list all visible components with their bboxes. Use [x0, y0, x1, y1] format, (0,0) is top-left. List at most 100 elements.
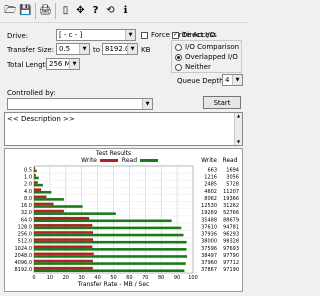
x-tick-label: 100: [188, 275, 198, 281]
refresh-icon[interactable]: ⟲: [103, 3, 118, 18]
start-button[interactable]: Start: [203, 96, 241, 109]
test-results-chart: Test Results Write Read Write Read 0 10 20 30 40 5…: [4, 148, 243, 292]
read-value-label: 31262: [223, 203, 239, 209]
total-length-select[interactable]: 256 MB ▼: [46, 58, 80, 70]
neither-option[interactable]: Neither: [175, 63, 211, 71]
transfer-size-to-select[interactable]: 8192.0 ▼: [102, 43, 138, 55]
description-scrollbar[interactable]: ▲ ▼: [234, 113, 242, 145]
drive-select[interactable]: [ - c - ] ▼: [56, 29, 136, 41]
neither-label: Neither: [185, 63, 211, 71]
write-bar: [34, 188, 42, 191]
read-value-label: 11207: [223, 189, 239, 195]
read-value-label: 96293: [223, 232, 239, 238]
write-value-label: 1216: [204, 174, 217, 180]
x-tick-label: 90: [174, 275, 180, 281]
write-value-label: 38497: [201, 253, 217, 259]
legend-write-label: Write: [81, 157, 97, 164]
read-value-label: 98328: [223, 239, 239, 245]
chevron-down-icon[interactable]: ▼: [69, 59, 79, 69]
write-bar: [34, 259, 93, 263]
write-bar: [34, 202, 54, 206]
y-tick-label: 0.5: [24, 167, 32, 173]
chevron-down-icon[interactable]: ▼: [127, 44, 137, 54]
y-tick-label: 1.0: [24, 174, 32, 180]
write-bar: [34, 174, 36, 177]
queue-depth-select[interactable]: 4 ▼: [222, 74, 243, 86]
y-tick-label: 512.0: [18, 239, 32, 245]
y-tick-label: 16.0: [21, 203, 32, 209]
io-comparison-option[interactable]: I/O Comparison: [175, 43, 239, 51]
overlapped-io-radio[interactable]: [175, 53, 182, 61]
transfer-size-to-value: 8192.0: [105, 45, 127, 53]
read-bar: [34, 233, 184, 237]
x-tick-label: 10: [47, 275, 53, 281]
x-tick-label: 0: [32, 275, 35, 281]
write-value-label: 19269: [201, 210, 217, 216]
write-value-label: 2485: [204, 182, 217, 188]
write-bar: [34, 181, 38, 184]
write-bar: [34, 224, 93, 227]
legend-read-column-header: Read: [222, 157, 237, 164]
y-tick-label: 32.0: [21, 210, 32, 216]
read-bar: [34, 169, 37, 173]
x-axis-title: Transfer Rate - MB / Sec: [77, 281, 150, 288]
chevron-down-icon[interactable]: ▼: [79, 44, 89, 54]
help-icon[interactable]: ▯: [58, 3, 73, 18]
chevron-down-icon[interactable]: ▼: [232, 75, 242, 85]
direct-io-checkbox[interactable]: ✓: [172, 31, 179, 39]
transfer-size-from-value: 0.5: [59, 45, 71, 53]
read-bar: [34, 248, 187, 251]
write-value-label: 37596: [201, 246, 217, 252]
read-value-label: 97693: [223, 246, 239, 252]
queue-depth-label: Queue Depth:: [177, 77, 226, 85]
chevron-down-icon[interactable]: ▼: [142, 99, 152, 109]
scroll-down-icon[interactable]: ▼: [235, 139, 242, 145]
toolbar: 🗁 💾 🖨 ▯ ✥ ? ⟲ ℹ: [0, 0, 247, 23]
overlapped-io-option[interactable]: Overlapped I/O: [175, 53, 238, 61]
chevron-down-icon[interactable]: ▼: [125, 30, 135, 40]
total-length-value: 256 MB: [49, 60, 69, 68]
direct-io-option[interactable]: ✓ Direct I/O: [172, 31, 215, 39]
write-bar: [34, 245, 93, 249]
io-comparison-radio[interactable]: [175, 43, 182, 51]
read-bar: [34, 183, 43, 187]
save-icon[interactable]: 💾: [18, 3, 33, 18]
y-tick-label: 2.0: [24, 182, 32, 188]
scroll-up-icon[interactable]: ▲: [235, 113, 242, 119]
read-value-label: 97790: [223, 253, 239, 259]
legend-read-swatch: [140, 159, 158, 162]
transfer-size-unit: KB: [141, 46, 151, 54]
write-value-label: 35488: [201, 217, 217, 223]
start-button-label: Start: [213, 98, 231, 107]
drive-label: Drive:: [7, 32, 29, 40]
description-text: << Description >>: [7, 115, 75, 123]
read-value-label: 5728: [226, 182, 239, 188]
transfer-size-from-select[interactable]: 0.5 ▼: [56, 43, 90, 55]
write-value-label: 37936: [201, 232, 217, 238]
controlled-by-label: Controlled by:: [7, 89, 56, 97]
legend-read-label: Read: [122, 157, 137, 164]
read-bar: [34, 226, 182, 230]
neither-radio[interactable]: [175, 63, 182, 71]
force-write-access-checkbox[interactable]: [141, 31, 148, 39]
read-value-label: 97190: [223, 267, 239, 273]
print-icon[interactable]: 🖨: [38, 3, 53, 18]
write-bar: [34, 238, 94, 241]
move-icon[interactable]: ✥: [73, 3, 88, 18]
controlled-by-select[interactable]: ▼: [7, 98, 153, 110]
read-value-label: 94781: [223, 224, 239, 230]
y-tick-label: 4096.0: [15, 260, 33, 266]
overlapped-io-label: Overlapped I/O: [185, 53, 238, 61]
read-bar: [34, 176, 39, 180]
open-icon[interactable]: 🗁: [3, 3, 18, 18]
read-value-label: 1694: [226, 167, 239, 173]
question-help-icon[interactable]: ?: [88, 3, 103, 18]
info-icon[interactable]: ℹ: [118, 3, 133, 18]
y-tick-label: 8.0: [24, 196, 32, 202]
write-value-label: 4602: [204, 189, 217, 195]
read-bar: [34, 219, 172, 223]
read-bar: [34, 205, 83, 208]
description-box[interactable]: << Description >> ▲ ▼: [4, 112, 243, 146]
read-value-label: 52766: [223, 210, 239, 216]
transfer-size-to-label: to: [93, 46, 101, 54]
